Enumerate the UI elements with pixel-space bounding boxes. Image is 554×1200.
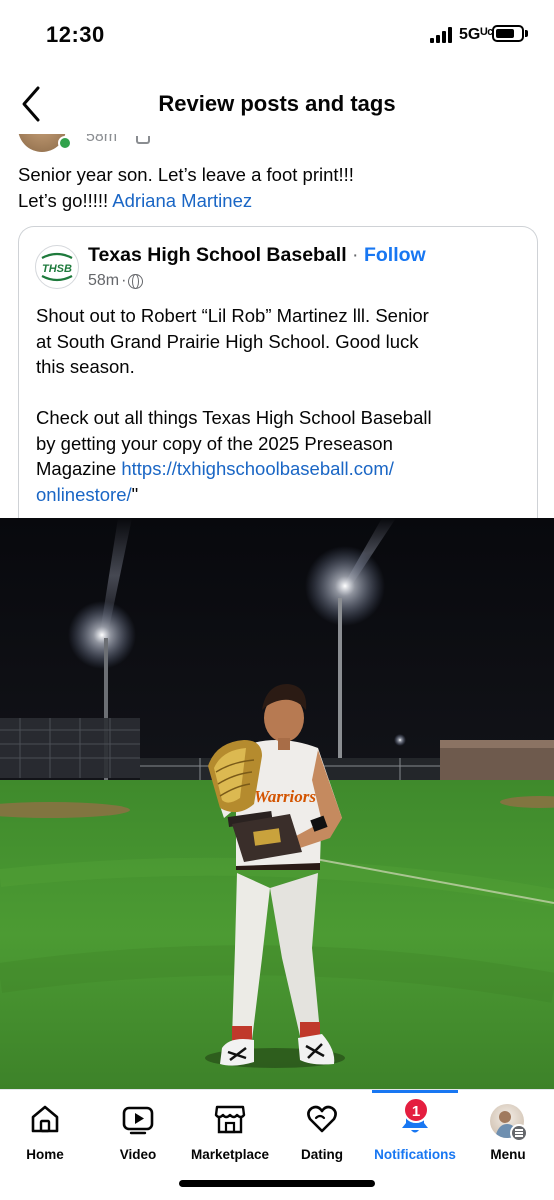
- post-time-clipped: 58m: [86, 134, 118, 145]
- post-text-line-2-prefix: Let’s go!!!!!: [18, 190, 113, 211]
- cellular-signal-icon: [430, 27, 454, 43]
- shared-post-time[interactable]: 58m: [88, 272, 119, 290]
- meta-dot: ·: [121, 272, 127, 289]
- dating-heart-icon: [307, 1105, 337, 1133]
- url-suffix: ": [131, 483, 139, 505]
- status-bar: 12:30 5Gᵁᶜ: [0, 0, 554, 72]
- shared-body-line: at South Grand Prairie High School. Good…: [36, 330, 419, 352]
- tab-video[interactable]: Video: [93, 1102, 183, 1168]
- marketplace-shop-icon: [214, 1105, 246, 1134]
- shared-body-line: this season.: [36, 356, 135, 377]
- home-indicator: [179, 1180, 375, 1187]
- shared-post-text: Shout out to Robert “Lil Rob” Martinez l…: [36, 303, 526, 507]
- page-logo[interactable]: THSB: [35, 245, 79, 289]
- post-photo[interactable]: Warriors: [0, 518, 554, 1089]
- shared-post-meta: 58m ·: [88, 272, 144, 290]
- menu-settings-icon: [510, 1124, 528, 1142]
- tab-dating[interactable]: Dating: [277, 1102, 367, 1168]
- globe-icon: [128, 273, 144, 289]
- shared-body-line: Shout out to Robert “Lil Rob” Martinez l…: [36, 305, 429, 326]
- shared-body-line: Magazine https://txhighschoolbaseball.co…: [36, 456, 526, 482]
- shared-body-line: Check out all things Texas High School B…: [36, 407, 432, 428]
- tab-label: Home: [26, 1147, 64, 1162]
- svg-text:THSB: THSB: [42, 263, 72, 275]
- store-url-link[interactable]: https://txhighschoolbaseball.com/: [121, 458, 394, 479]
- tagged-person-link[interactable]: Adriana Martinez: [112, 190, 252, 211]
- shared-body-line: by getting your copy of the 2025 Preseas…: [36, 432, 393, 454]
- thsb-logo-icon: THSB: [41, 252, 73, 282]
- active-tab-indicator: [372, 1090, 458, 1093]
- tab-marketplace[interactable]: Marketplace: [185, 1102, 275, 1168]
- separator-dot: ·: [346, 244, 364, 266]
- tab-home[interactable]: Home: [0, 1102, 90, 1168]
- follow-button[interactable]: Follow: [364, 244, 426, 266]
- tab-label: Menu: [490, 1147, 526, 1162]
- page-title: Review posts and tags: [158, 91, 396, 116]
- baseball-player-trophy-photo: Warriors: [0, 518, 554, 1089]
- shared-body-line: onlinestore/": [36, 482, 526, 508]
- network-type: 5Gᵁᶜ: [459, 26, 494, 43]
- tab-label: Notifications: [374, 1147, 456, 1162]
- home-icon: [31, 1105, 59, 1133]
- shared-post-card[interactable]: THSB Texas High School Baseball · Follow…: [18, 226, 538, 556]
- battery-icon: [492, 25, 524, 42]
- post-text-line-2: Let’s go!!!!! Adriana Martinez: [18, 188, 538, 214]
- post-text-line-1: Senior year son. Let’s leave a foot prin…: [18, 164, 354, 185]
- magazine-prefix: Magazine: [36, 458, 122, 479]
- online-status-dot: [58, 136, 72, 150]
- tab-label: Video: [119, 1147, 157, 1162]
- post-author-row: 58m: [0, 134, 554, 152]
- post-text: Senior year son. Let’s leave a foot prin…: [18, 162, 538, 214]
- status-time: 12:30: [46, 22, 105, 47]
- store-url-link-cont[interactable]: onlinestore/: [36, 484, 132, 505]
- tab-label: Dating: [301, 1147, 343, 1162]
- tab-label: Marketplace: [190, 1147, 270, 1162]
- jersey-text: Warriors: [254, 787, 316, 806]
- audience-icon: [136, 136, 150, 144]
- page-name-row: Texas High School Baseball · Follow: [88, 244, 426, 267]
- battery-nub: [525, 30, 528, 37]
- page-name[interactable]: Texas High School Baseball: [88, 244, 347, 266]
- header: Review posts and tags: [0, 72, 554, 134]
- notifications-badge: 1: [403, 1097, 429, 1123]
- video-play-icon: [122, 1106, 154, 1135]
